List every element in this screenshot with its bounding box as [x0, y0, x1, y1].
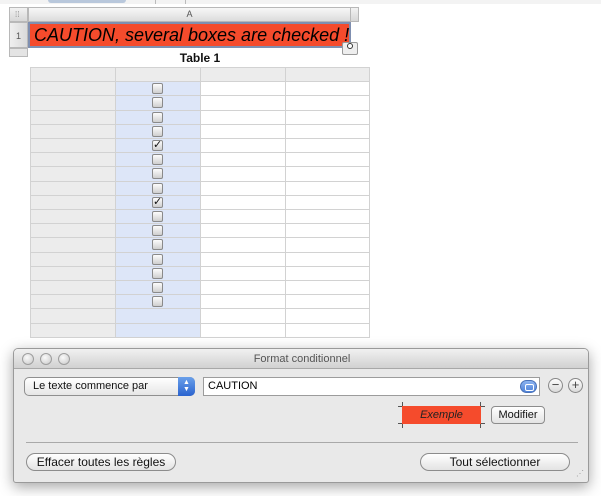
- table-grid: ✓ ✓: [30, 67, 370, 338]
- grid-column-line: [285, 67, 286, 338]
- checkbox-unchecked[interactable]: [152, 97, 163, 108]
- preview-crop-mark: [402, 424, 403, 428]
- selected-tab-edge[interactable]: [48, 0, 126, 3]
- dialog-titlebar[interactable]: Format conditionnel: [14, 349, 588, 369]
- preview-crop-mark: [480, 424, 481, 428]
- checkbox-unchecked[interactable]: [152, 183, 163, 194]
- preview-crop-mark: [398, 423, 402, 424]
- preview-crop-mark: [398, 406, 402, 407]
- checkbox-unchecked[interactable]: [152, 83, 163, 94]
- checkbox-unchecked[interactable]: [152, 225, 163, 236]
- checkbox-unchecked[interactable]: [152, 239, 163, 250]
- preview-crop-mark: [402, 402, 403, 406]
- checkbox-unchecked[interactable]: [152, 268, 163, 279]
- rule-type-label: Le texte commence par: [33, 380, 148, 392]
- rule-value-field[interactable]: CAUTION: [203, 377, 540, 396]
- column-header-a[interactable]: A: [28, 7, 351, 22]
- row-resize-handle[interactable]: [9, 48, 28, 57]
- table-title: Table 1: [179, 51, 221, 65]
- header-row: [115, 67, 370, 81]
- rule-type-popup[interactable]: Le texte commence par ▲ ▼: [24, 377, 195, 396]
- dialog-title: Format conditionnel: [253, 353, 351, 365]
- conditional-format-dialog: Format conditionnel Le texte commence pa…: [13, 348, 589, 483]
- remove-rule-button[interactable]: −: [548, 378, 563, 393]
- row-header-1[interactable]: 1: [9, 22, 28, 48]
- add-rule-button[interactable]: +: [568, 378, 583, 393]
- preview-crop-mark: [481, 423, 485, 424]
- grid-column-line: [115, 67, 116, 338]
- header-column: [30, 67, 115, 338]
- grip-icon: ⁞⁞: [15, 10, 20, 19]
- grid-column-line: [200, 67, 201, 338]
- cell-reference-icon[interactable]: [520, 380, 537, 393]
- toolbar-divider: [155, 0, 156, 4]
- dialog-divider: [26, 442, 578, 443]
- checkbox-unchecked[interactable]: [152, 282, 163, 293]
- checkbox-unchecked[interactable]: [152, 112, 163, 123]
- select-all-button[interactable]: Tout sélectionner: [420, 453, 570, 471]
- checkbox-checked[interactable]: ✓: [152, 197, 163, 208]
- checkbox-unchecked[interactable]: [152, 254, 163, 265]
- resize-handle-icon[interactable]: [347, 43, 353, 49]
- checkbox-unchecked[interactable]: [152, 168, 163, 179]
- checkbox-unchecked[interactable]: [152, 211, 163, 222]
- toolbar-divider: [185, 0, 186, 4]
- grid-column-line: [369, 67, 370, 338]
- column-resize-handle[interactable]: [350, 7, 359, 22]
- table-corner-grip[interactable]: ⁞⁞: [9, 7, 28, 22]
- checkbox-unchecked[interactable]: [152, 126, 163, 137]
- updown-arrows-icon: ▲ ▼: [178, 377, 195, 396]
- grid-column-line: [30, 67, 31, 338]
- preview-crop-mark: [481, 406, 485, 407]
- clear-all-rules-button[interactable]: Effacer toutes les règles: [26, 453, 176, 471]
- checkbox-checked[interactable]: ✓: [152, 140, 163, 151]
- cell-a1[interactable]: CAUTION, several boxes are checked !: [28, 22, 351, 48]
- resize-grip-icon[interactable]: ⋰: [576, 470, 584, 478]
- checkbox-unchecked[interactable]: [152, 154, 163, 165]
- style-preview[interactable]: Exemple: [402, 406, 481, 424]
- checkbox-unchecked[interactable]: [152, 296, 163, 307]
- modify-button[interactable]: Modifier: [491, 406, 545, 424]
- cell-a1-text: CAUTION, several boxes are checked !: [34, 25, 350, 45]
